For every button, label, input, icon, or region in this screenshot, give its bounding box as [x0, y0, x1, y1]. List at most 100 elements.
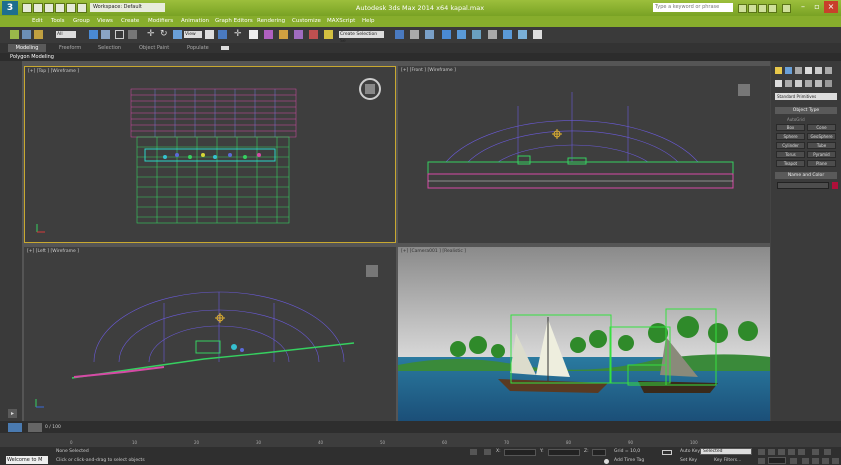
workspace-dropdown[interactable]: Workspace: Default — [90, 3, 165, 12]
hierarchy-tab-icon[interactable] — [795, 67, 802, 74]
absolute-mode-icon[interactable] — [484, 449, 491, 455]
field-of-view-icon[interactable] — [802, 458, 809, 464]
lights-icon[interactable] — [795, 80, 802, 87]
display-tab-icon[interactable] — [815, 67, 822, 74]
named-selection-icon[interactable] — [324, 30, 333, 39]
selection-filter-dropdown[interactable]: All — [56, 31, 76, 38]
project-folder-icon[interactable] — [77, 3, 87, 13]
primitive-category-dropdown[interactable]: Standard Primitives — [775, 93, 837, 100]
help-icon[interactable] — [782, 4, 791, 13]
menu-graph-editors[interactable]: Graph Editors — [215, 18, 253, 24]
menu-group[interactable]: Group — [73, 18, 90, 24]
tab-selection[interactable]: Selection — [98, 45, 121, 51]
layer-manager-icon[interactable] — [425, 30, 434, 39]
edit-named-selection-icon[interactable] — [309, 30, 318, 39]
snaps-toggle-icon[interactable] — [249, 30, 258, 39]
curve-editor-icon[interactable] — [457, 30, 466, 39]
modify-tab-icon[interactable] — [785, 67, 792, 74]
zoom-all-icon[interactable] — [824, 449, 831, 455]
y-coordinate-field[interactable] — [548, 449, 580, 456]
material-editor-icon[interactable] — [488, 30, 497, 39]
bind-space-warp-icon[interactable] — [34, 30, 43, 39]
spinner-snap-icon[interactable] — [294, 30, 303, 39]
set-key-button[interactable]: Set Key — [680, 458, 697, 463]
object-color-swatch[interactable] — [832, 182, 838, 189]
search-icon[interactable] — [738, 4, 747, 13]
time-slider[interactable] — [0, 421, 841, 433]
favorites-icon[interactable] — [768, 4, 777, 13]
named-selection-sets-dropdown[interactable]: Create Selection Se — [339, 31, 384, 44]
motion-tab-icon[interactable] — [805, 67, 812, 74]
shapes-icon[interactable] — [785, 80, 792, 87]
keyboard-shortcut-override-icon[interactable]: ✛ — [234, 30, 243, 39]
tab-populate[interactable]: Populate — [187, 45, 209, 51]
rendered-frame-window-icon[interactable] — [518, 30, 527, 39]
percent-snap-icon[interactable] — [279, 30, 288, 39]
x-coordinate-field[interactable] — [504, 449, 536, 456]
communication-center-icon[interactable] — [758, 4, 767, 13]
lock-selection-icon[interactable] — [470, 449, 477, 455]
sphere-button[interactable]: Sphere — [776, 133, 805, 140]
menu-customize[interactable]: Customize — [292, 18, 321, 24]
menu-views[interactable]: Views — [97, 18, 113, 24]
select-manipulate-icon[interactable] — [218, 30, 227, 39]
go-to-end-icon[interactable] — [798, 449, 805, 455]
trackbar[interactable] — [0, 433, 841, 447]
viewcube-icon[interactable] — [366, 265, 378, 277]
select-and-link-icon[interactable] — [10, 30, 19, 39]
menu-animation[interactable]: Animation — [181, 18, 209, 24]
z-coordinate-field[interactable] — [592, 449, 606, 456]
pivot-point-center-icon[interactable] — [205, 30, 214, 39]
angle-snap-icon[interactable] — [264, 30, 273, 39]
geometry-icon[interactable] — [775, 80, 782, 87]
mirror-icon[interactable] — [395, 30, 404, 39]
time-configuration-icon[interactable] — [790, 458, 797, 464]
expand-layout-icon[interactable]: ▸ — [8, 409, 17, 418]
ribbon-options-icon[interactable] — [221, 46, 229, 50]
menu-edit[interactable]: Edit — [32, 18, 43, 24]
undo-icon[interactable] — [55, 3, 65, 13]
render-setup-icon[interactable] — [503, 30, 512, 39]
go-to-start-icon[interactable] — [758, 449, 765, 455]
key-filters-button[interactable]: Key Filters... — [714, 458, 741, 463]
time-slider-handle[interactable] — [28, 423, 42, 432]
reference-coordinate-dropdown[interactable]: View — [184, 31, 202, 38]
tube-button[interactable]: Tube — [807, 142, 836, 149]
key-mode-toggle-icon[interactable] — [758, 458, 765, 464]
cone-button[interactable]: Cone — [807, 124, 836, 131]
cameras-icon[interactable] — [805, 80, 812, 87]
current-frame-field[interactable] — [768, 457, 786, 464]
select-and-move-icon[interactable]: ✛ — [147, 30, 156, 39]
previous-frame-icon[interactable] — [768, 449, 775, 455]
viewcube-icon[interactable] — [738, 84, 750, 96]
orbit-icon[interactable] — [822, 458, 829, 464]
select-object-icon[interactable] — [89, 30, 98, 39]
render-production-icon[interactable] — [533, 30, 542, 39]
maxscript-listener-input[interactable]: Welcome to M — [6, 456, 48, 464]
maximize-viewport-icon[interactable] — [832, 458, 839, 464]
key-filter-dropdown[interactable]: Selected — [700, 448, 752, 455]
geosphere-button[interactable]: GeoSphere — [807, 133, 836, 140]
helpers-icon[interactable] — [815, 80, 822, 87]
menu-tools[interactable]: Tools — [51, 18, 65, 24]
menu-modifiers[interactable]: Modifiers — [148, 18, 173, 24]
teapot-button[interactable]: Teapot — [776, 160, 805, 167]
time-tag-icon[interactable] — [604, 459, 609, 464]
object-name-field[interactable] — [777, 182, 829, 189]
box-button[interactable]: Box — [776, 124, 805, 131]
minimize-icon[interactable]: – — [796, 1, 810, 13]
tab-modeling[interactable]: Modeling — [8, 44, 46, 52]
save-file-icon[interactable] — [44, 3, 54, 13]
torus-button[interactable]: Torus — [776, 151, 805, 158]
app-logo-icon[interactable]: 3 — [2, 1, 18, 15]
menu-maxscript[interactable]: MAXScript — [327, 18, 355, 24]
open-file-icon[interactable] — [33, 3, 43, 13]
schematic-view-icon[interactable] — [472, 30, 481, 39]
name-and-color-rollout[interactable]: Name and Color — [775, 172, 837, 179]
object-type-rollout[interactable]: Object Type — [775, 107, 837, 114]
next-frame-icon[interactable] — [788, 449, 795, 455]
menu-rendering[interactable]: Rendering — [257, 18, 285, 24]
select-by-name-icon[interactable] — [101, 30, 110, 39]
space-warps-icon[interactable] — [825, 80, 832, 87]
help-search-input[interactable]: Type a keyword or phrase — [653, 3, 733, 12]
